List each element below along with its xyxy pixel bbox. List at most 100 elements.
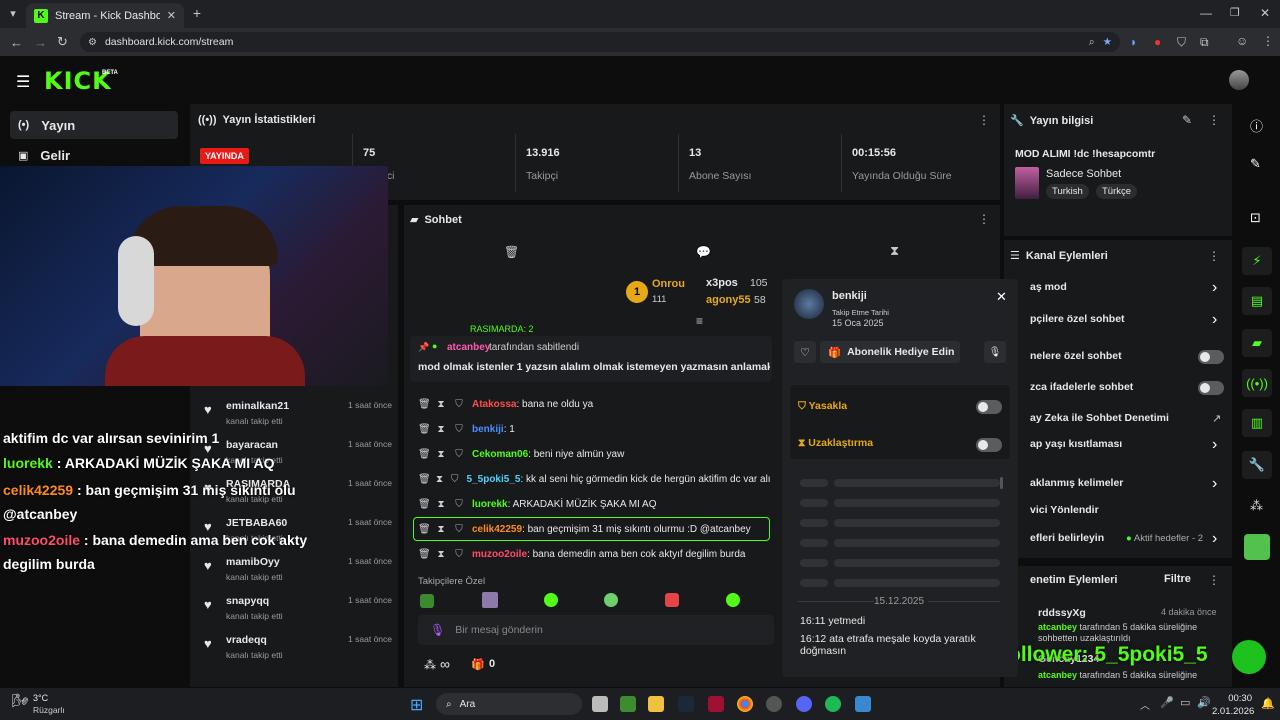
clock-date[interactable]: 2.01.2026 [1212,706,1254,717]
taskbar-search[interactable]: ⌕ Ara [436,693,582,715]
channel-action-item[interactable]: vici Yönlendir [1030,504,1099,516]
follower-name[interactable]: snapyqq [226,595,269,607]
chevron-right-icon[interactable]: › [1212,530,1217,548]
heart-icon[interactable]: ♥ [204,402,212,417]
chrome-icon[interactable] [737,696,753,712]
chevron-right-icon[interactable]: › [1212,311,1217,329]
follower-name[interactable]: bayaracan [226,439,278,451]
ban-toggle[interactable] [976,400,1002,414]
top-user-name[interactable]: agony55 [706,294,751,306]
rail-wrench-button[interactable]: 🔧 [1242,451,1272,479]
edit-icon[interactable]: ✎ [1182,113,1192,127]
trash-icon[interactable]: 🗑 [418,474,431,485]
clock-time[interactable]: 00:30 [1216,693,1252,704]
extension-translate-icon[interactable]: ◗ [1130,35,1137,49]
browser-tab[interactable]: K Stream - Kick Dashboard ✕ [26,3,184,28]
mod-entry-actor[interactable]: atcanbey [1038,622,1077,632]
channel-action-item[interactable]: ay Zeka ile Sohbet Denetimi [1030,412,1169,424]
hourglass-icon[interactable]: ⧗ [436,474,443,485]
follower-name[interactable]: vradeqq [226,634,267,646]
top-user-name[interactable]: Onrou [652,278,685,290]
file-explorer-icon[interactable] [648,696,664,712]
stream-info-menu-icon[interactable]: ⋮ [1208,113,1220,127]
hourglass-icon[interactable]: ⧗ [436,449,446,460]
hourglass-icon[interactable]: ⧗ [436,424,446,435]
hourglass-icon[interactable]: ⧗ [436,399,446,410]
emote-icon[interactable] [604,593,618,607]
site-info-icon[interactable]: ⚙ [88,37,97,48]
close-icon[interactable]: ✕ [996,289,1007,305]
forward-icon[interactable]: → [34,35,47,50]
channel-action-item[interactable]: aklanmış kelimeler [1030,477,1123,489]
follower-row[interactable]: ♥ mamibOyy kanalı takip etti 1 saat önce [200,554,392,593]
tag-turkce[interactable]: Türkçe [1096,184,1138,199]
close-tab-icon[interactable]: ✕ [167,9,176,22]
browser-menu-icon[interactable]: ⋮ [1262,34,1274,48]
mod-entry-actor[interactable]: atcanbey [1038,670,1077,680]
gift-icon[interactable]: 🎁 [471,658,485,671]
extension-record-icon[interactable]: ● [1154,35,1161,49]
user-avatar[interactable] [794,289,824,319]
channel-actions-menu-icon[interactable]: ⋮ [1208,249,1220,263]
back-icon[interactable]: ← [10,35,23,50]
favorite-button[interactable]: ♡ [794,341,816,363]
chat-username[interactable]: Cekoman06 [472,449,528,460]
channel-action-toggle[interactable] [1198,350,1224,364]
sidebar-item-yayin[interactable]: (•) Yayın [10,111,178,139]
tag-turkish[interactable]: Turkish [1046,184,1089,199]
channel-action-item[interactable]: pçilere özel sohbet [1030,313,1125,325]
user-avatar[interactable] [1229,70,1249,90]
follower-name[interactable]: JETBABA60 [226,517,287,529]
category-name[interactable]: Sadece Sohbet [1046,168,1121,180]
follower-name[interactable]: mamibOyy [226,556,280,568]
network-icon[interactable]: ▭ [1180,696,1190,709]
new-tab-icon[interactable]: + [190,5,204,21]
channel-action-item[interactable]: ap yaşı kısıtlaması [1030,438,1122,450]
app-icon[interactable] [708,696,724,712]
heart-icon[interactable]: ♥ [204,636,212,651]
chat-message[interactable]: 🗑 ⧗ ⛉ benkiji: 1 [418,418,770,440]
microphone-icon[interactable]: 🎤 [1160,696,1174,709]
rail-broadcast-button[interactable]: ((•)) [1242,369,1272,397]
chat-username[interactable]: 5_5poki5_5 [467,474,521,485]
profile-icon[interactable]: ☺ [1236,34,1248,48]
url-text[interactable]: dashboard.kick.com/stream [105,36,1081,48]
close-window-icon[interactable]: ✕ [1260,6,1270,20]
chevron-right-icon[interactable]: › [1212,436,1217,454]
weather-icon[interactable]: 🌬 [12,693,29,709]
hourglass-icon[interactable]: ⧗ [436,549,446,560]
heart-icon[interactable]: ♥ [204,558,212,573]
extension-shield-icon[interactable]: ⛉ [1177,35,1186,50]
windows-start-icon[interactable]: ⊞ [410,695,423,715]
rail-chat-button[interactable]: ▰ [1242,329,1272,357]
extension-avatar[interactable] [1244,534,1270,560]
chevron-right-icon[interactable]: › [1212,475,1217,493]
emote-icon[interactable] [482,592,498,608]
chat-message[interactable]: 🗑 ⧗ ⛉ luorekk: ARKADAKİ MÜZİK ŞAKA MI AQ [418,493,770,515]
task-view-icon[interactable] [592,696,608,712]
focus-icon[interactable]: ⊡ [1250,210,1261,226]
chat-menu-icon[interactable]: ⋮ [978,212,990,226]
trash-icon[interactable]: 🗑 [418,499,431,510]
points-icon[interactable]: ⁂ [424,658,436,672]
trash-icon[interactable]: 🗑 [418,399,431,410]
tray-chevron-icon[interactable]: ︿ [1140,697,1150,712]
stats-menu-icon[interactable]: ⋮ [978,113,990,127]
chat-username[interactable]: luorekk [472,499,508,510]
mic-icon[interactable]: 🎙 [430,623,445,637]
minecraft-icon[interactable] [620,696,636,712]
hourglass-icon[interactable]: ⧗ [890,243,899,259]
chat-message[interactable]: 🗑 ⧗ ⛉ Cekoman06: beni niye almün yaw [418,443,770,465]
chat-input[interactable]: 🎙 Bir mesaj gönderin [418,615,774,645]
notifications-icon[interactable]: 🔔 [1261,697,1275,710]
moderation-menu-icon[interactable]: ⋮ [1208,573,1220,587]
channel-action-item[interactable]: zca ifadelerle sohbet [1030,381,1133,393]
emote-icon[interactable] [665,593,679,607]
emote-icon[interactable] [726,593,740,607]
chat-username[interactable]: benkiji [472,424,504,435]
chat-username[interactable]: Atakossa [472,399,516,410]
channel-action-item[interactable]: efleri belirleyin [1030,532,1104,544]
volume-icon[interactable]: 🔊 [1197,696,1211,709]
zoom-icon[interactable]: ⌕ [1089,36,1095,49]
chevron-right-icon[interactable]: › [1212,279,1217,297]
